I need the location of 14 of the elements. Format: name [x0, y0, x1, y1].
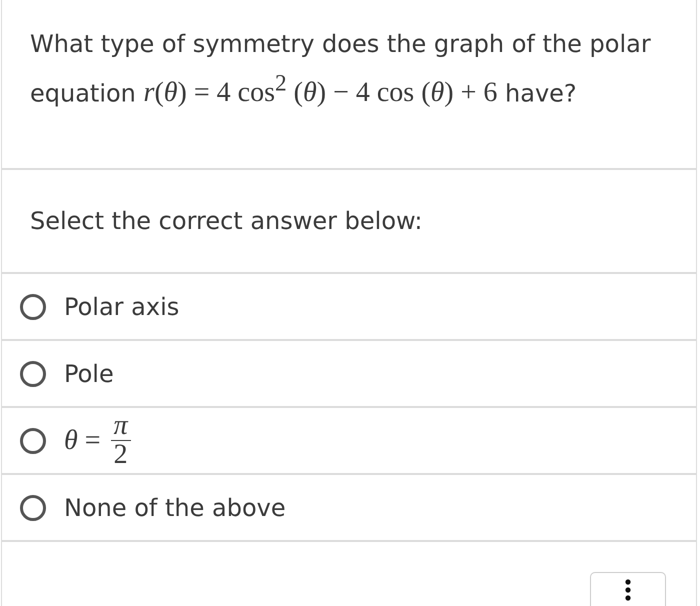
option-label: θ = [64, 424, 101, 456]
option-label: Pole [64, 360, 114, 388]
more-options-button[interactable] [590, 572, 666, 606]
instruction-text: Select the correct answer below: [30, 207, 422, 235]
radio-button[interactable] [20, 294, 46, 320]
option-label: Polar axis [64, 292, 180, 320]
radio-button[interactable] [20, 494, 46, 520]
radio-button[interactable] [20, 428, 46, 454]
option-label: None of the above [64, 494, 286, 522]
question-text: What type of symmetry does the graph of the polar equation r(θ) = 4 cos$^{2}$ (θ) − 4 cos (θ) + 6 have? [30, 29, 652, 110]
more-vertical-icon [625, 578, 631, 600]
fraction-numerator: π [110, 412, 131, 441]
radio-button[interactable] [20, 360, 46, 386]
fraction-denominator: 2 [114, 441, 128, 469]
